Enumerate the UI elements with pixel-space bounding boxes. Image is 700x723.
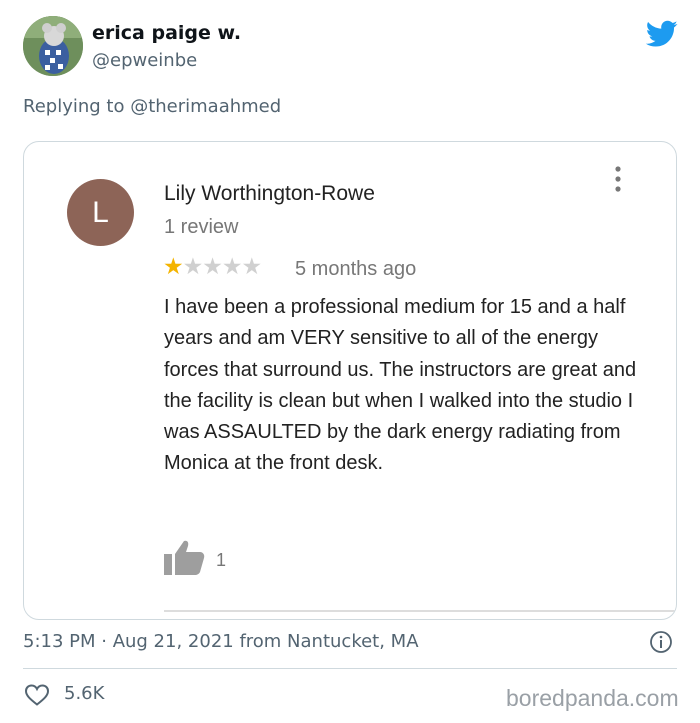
info-icon[interactable]: [649, 630, 673, 654]
tweet-timestamp[interactable]: 5:13 PM · Aug 21, 2021 from Nantucket, M…: [23, 631, 419, 652]
review-card: L Lily Worthington-Rowe 1 review ★★★★★ 5…: [23, 141, 677, 620]
star-icon-empty: ★: [182, 254, 204, 280]
review-count: 1 review: [164, 216, 239, 238]
like-count[interactable]: 5.6K: [64, 683, 104, 704]
profile-avatar[interactable]: [23, 16, 83, 76]
replying-to-mention[interactable]: @therimaahmed: [130, 96, 281, 117]
kebab-menu-icon: [615, 166, 621, 192]
heart-icon[interactable]: [24, 683, 50, 707]
watermark: boredpanda.com: [506, 685, 679, 711]
star-icon-filled: ★: [163, 254, 184, 280]
replying-prefix: Replying to: [23, 96, 131, 117]
review-text: I have been a professional medium for 15…: [164, 296, 637, 475]
reviewer-name: Lily Worthington-Rowe: [164, 182, 375, 205]
helpful-count: 1: [216, 550, 227, 570]
footer-divider: [23, 668, 677, 669]
star-icon-empty: ★: [221, 254, 243, 280]
reviewer-avatar: L: [67, 179, 134, 246]
replying-to: Replying to @therimaahmed: [23, 96, 281, 117]
thumbs-up-icon: [164, 540, 205, 575]
star-icon-empty: ★: [202, 254, 223, 280]
review-time: 5 months ago: [295, 258, 417, 280]
star-icon-empty: ★: [241, 254, 263, 280]
reviewer-avatar-letter: L: [92, 195, 109, 229]
display-name[interactable]: erica paige w.: [92, 22, 241, 44]
card-divider: [164, 610, 676, 612]
star-rating: ★★★★★: [163, 254, 263, 280]
twitter-bird-icon[interactable]: [646, 20, 678, 48]
user-handle[interactable]: @epweinbe: [92, 50, 197, 71]
